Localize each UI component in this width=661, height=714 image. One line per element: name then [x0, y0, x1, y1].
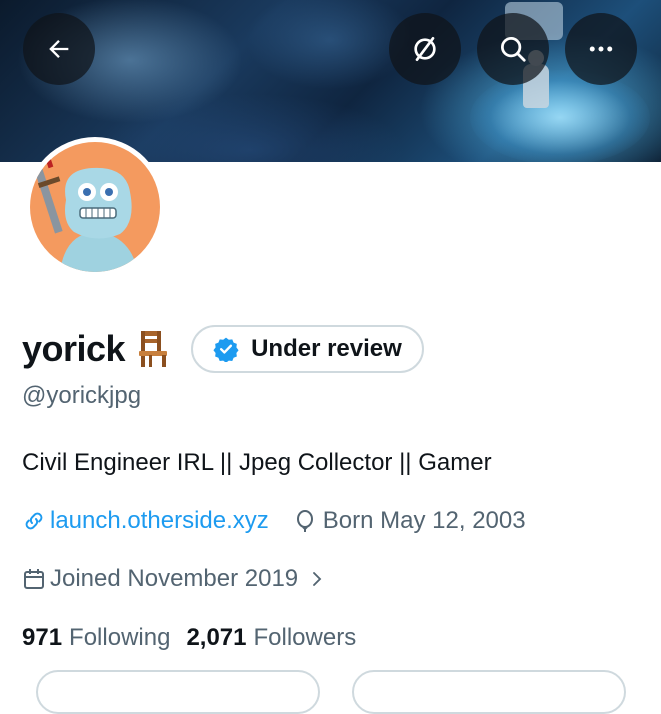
verification-label: Under review — [251, 335, 402, 362]
avatar-image — [30, 142, 160, 272]
search-button[interactable] — [477, 13, 549, 85]
chair-emoji-icon — [139, 331, 168, 367]
more-button[interactable] — [565, 13, 637, 85]
followers-label: Followers — [253, 624, 357, 651]
slashed-circle-icon — [414, 37, 436, 61]
avatar[interactable] — [25, 137, 165, 277]
joined-date: Joined November 2019 — [50, 565, 299, 592]
arrow-left-icon — [49, 40, 69, 58]
followers-link[interactable]: 2,071 Followers — [186, 624, 356, 652]
website-link[interactable]: launch.otherside.xyz — [50, 507, 269, 535]
link-icon — [25, 512, 43, 530]
verification-status-button[interactable]: Under review — [191, 325, 424, 373]
bio: Civil Engineer IRL || Jpeg Collector || … — [22, 449, 492, 476]
following-link[interactable]: 971 Following — [22, 624, 170, 652]
user-handle: @yorickjpg — [22, 382, 142, 409]
follow-counts: 971 Following 2,071 Followers — [22, 624, 356, 652]
verified-badge-icon — [213, 337, 239, 362]
balloon-icon — [296, 510, 313, 532]
action-pill-right[interactable] — [352, 670, 626, 714]
birthday: Born May 12, 2003 — [322, 507, 526, 534]
chevron-right-icon — [313, 572, 322, 586]
back-button[interactable] — [23, 13, 95, 85]
search-icon — [501, 37, 526, 62]
followers-count: 2,071 — [186, 624, 247, 651]
mute-button[interactable] — [389, 13, 461, 85]
more-horizontal-icon — [589, 46, 613, 52]
profile-meta-row: launch.otherside.xyz Born May 12, 2003 — [22, 507, 526, 535]
display-name: yorick — [22, 328, 126, 369]
following-label: Following — [69, 624, 171, 651]
name-row: yorick Under review — [22, 325, 424, 373]
action-pill-left[interactable] — [36, 670, 320, 714]
following-count: 971 — [22, 624, 63, 651]
calendar-icon — [24, 569, 44, 589]
joined-row[interactable]: Joined November 2019 — [22, 565, 326, 593]
banner-glow — [470, 70, 650, 162]
